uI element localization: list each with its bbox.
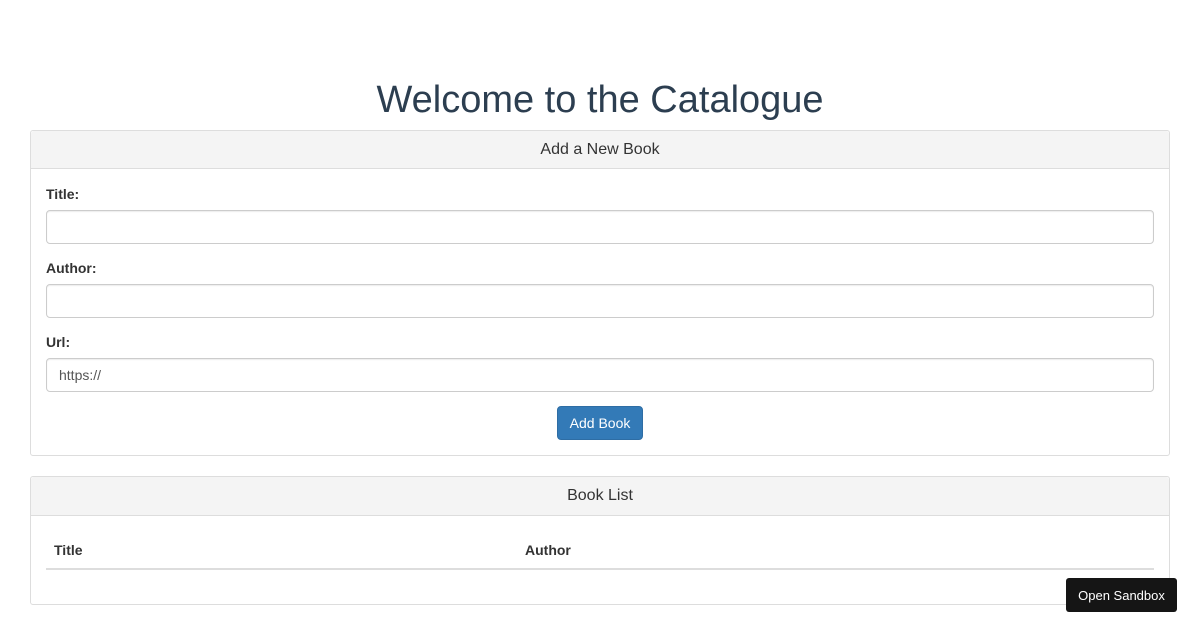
page-title: Welcome to the Catalogue xyxy=(376,79,824,121)
open-sandbox-button[interactable]: Open Sandbox xyxy=(1066,578,1177,612)
add-book-panel: Add a New Book Title: Author: Url: Add B… xyxy=(30,130,1170,456)
title-input[interactable] xyxy=(46,210,1154,244)
add-book-panel-heading: Add a New Book xyxy=(31,131,1169,169)
column-header-author: Author xyxy=(517,532,1154,570)
url-input[interactable] xyxy=(46,358,1154,392)
author-label: Author: xyxy=(46,260,97,276)
book-list-panel-heading: Book List xyxy=(31,477,1169,516)
table-header-row: Title Author xyxy=(46,532,1154,570)
url-label: Url: xyxy=(46,334,71,350)
author-input[interactable] xyxy=(46,284,1154,318)
column-header-title: Title xyxy=(46,532,517,570)
add-book-button[interactable]: Add Book xyxy=(557,406,643,440)
book-list-panel: Book List Title Author xyxy=(30,476,1170,605)
title-label: Title: xyxy=(46,186,80,202)
book-table: Title Author xyxy=(46,532,1154,570)
